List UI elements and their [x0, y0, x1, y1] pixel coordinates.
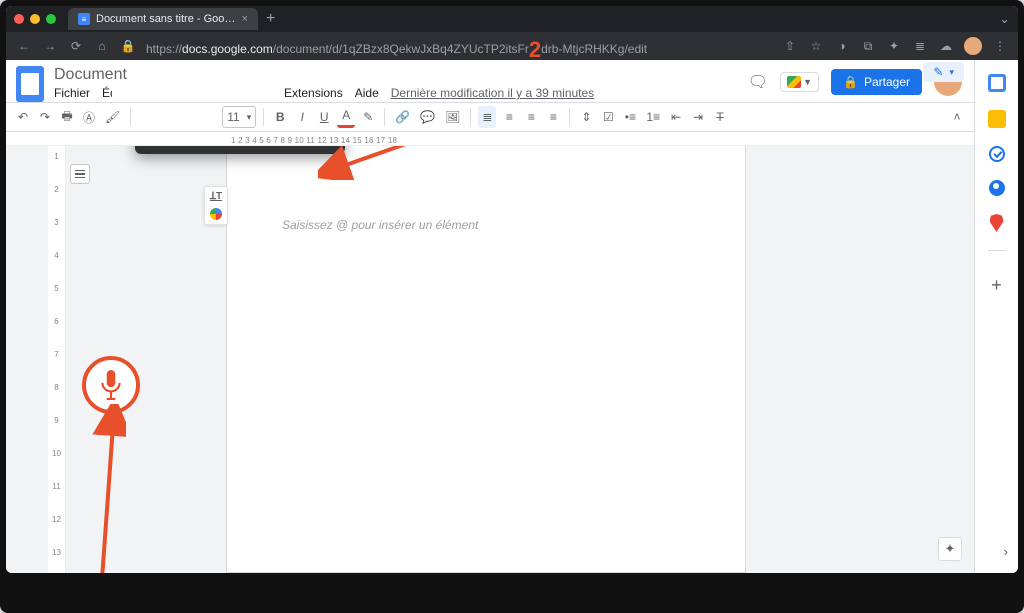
window-controls[interactable] [14, 14, 56, 24]
reload-icon[interactable]: ⟳ [68, 39, 84, 53]
align-left-button[interactable]: ≣ [478, 106, 496, 128]
star-icon[interactable]: ☆ [808, 39, 824, 53]
permission-prompt: × docs.google.com souhaite Utiliser votr… [135, 146, 345, 154]
text-color-button[interactable]: A [337, 106, 355, 128]
document-outline-button[interactable] [70, 164, 90, 184]
tab-title: Document sans titre - Google [96, 13, 236, 25]
highlight-button[interactable]: ✎ [359, 106, 377, 128]
vertical-ruler[interactable]: 12345678910111213 [48, 146, 66, 573]
home-icon[interactable]: ⌂ [94, 39, 110, 53]
menu-help[interactable]: Aide [355, 86, 379, 100]
insert-comment-button[interactable]: 💬 [417, 106, 438, 128]
align-right-button[interactable]: ≡ [522, 106, 540, 128]
explore-button[interactable]: ✦ [938, 537, 962, 561]
lock-icon: 🔒 [843, 75, 858, 89]
numbered-list-button[interactable]: 1≡ [643, 106, 663, 128]
microphone-icon [98, 370, 124, 400]
docs-app: Document Fichier Édition Extensions Aide… [6, 60, 974, 573]
italic-button[interactable]: I [293, 106, 311, 128]
hide-sidepanel-button[interactable]: › [1004, 544, 1008, 559]
tasks-icon[interactable] [989, 146, 1005, 162]
browser-tabstrip: ≡ Document sans titre - Google × + ⌄ [6, 6, 1018, 32]
insert-image-button[interactable]: 🖼 [442, 106, 463, 128]
url-path-2: drb-MtjcRHKKg/edit [541, 42, 647, 56]
bulleted-list-button[interactable]: •≡ [621, 106, 639, 128]
close-window-icon[interactable] [14, 14, 24, 24]
share-button[interactable]: 🔒 Partager [831, 69, 922, 95]
underline-button[interactable]: U [315, 106, 333, 128]
insert-link-button[interactable]: 🔗 [392, 106, 413, 128]
close-tab-icon[interactable]: × [242, 13, 248, 25]
decrease-indent-button[interactable]: ⇤ [667, 106, 685, 128]
document-title[interactable]: Document [54, 66, 174, 84]
extension-3-icon[interactable]: ☁ [938, 39, 954, 53]
address-bar: ← → ⟳ ⌂ 🔒 https://docs.google.com/docume… [6, 32, 1018, 60]
keep-icon[interactable] [988, 110, 1006, 128]
menu-extensions[interactable]: Extensions [284, 86, 343, 100]
document-page[interactable]: Saisissez @ pour insérer un élément [226, 146, 746, 573]
menu-file[interactable]: Fichier [54, 86, 90, 100]
meet-icon [787, 76, 801, 88]
add-addon-button[interactable]: + [991, 275, 1002, 296]
extension-2-icon[interactable]: ≣ [912, 39, 928, 53]
docs-favicon: ≡ [78, 13, 90, 25]
horizontal-ruler[interactable]: 1 2 3 4 5 6 7 8 9 10 11 12 13 14 15 16 1… [6, 132, 974, 146]
maximize-window-icon[interactable] [46, 14, 56, 24]
print-button[interactable]: 🖶 [58, 106, 76, 128]
font-size-input[interactable]: 11▾ [222, 106, 256, 128]
minimize-window-icon[interactable] [30, 14, 40, 24]
redo-button[interactable]: ↷ [36, 106, 54, 128]
annotation-two: 2 [529, 37, 541, 59]
chevron-down-icon[interactable]: ⌄ [999, 11, 1010, 27]
increase-indent-button[interactable]: ⇥ [689, 106, 707, 128]
extension-1-icon[interactable]: ⧉ [860, 39, 876, 54]
side-panel: + › [974, 60, 1018, 573]
new-tab-button[interactable]: + [266, 11, 275, 27]
url-field[interactable]: https://docs.google.com/document/d/1qZBz… [146, 33, 772, 59]
forward-icon[interactable]: → [42, 39, 58, 53]
kebab-menu-icon[interactable]: ⋮ [992, 39, 1008, 53]
share-label: Partager [864, 75, 910, 89]
assistant-icon [210, 208, 222, 220]
align-justify-button[interactable]: ≡ [544, 106, 562, 128]
annotation-arrow-1 [92, 404, 126, 573]
voice-typing-widget[interactable]: ꓕT [204, 186, 228, 225]
document-canvas: 12345678910111213 Saisissez @ pour insér… [6, 146, 974, 573]
align-center-button[interactable]: ≡ [500, 106, 518, 128]
menu-bar: Fichier Édition Extensions Aide Dernière… [54, 86, 594, 100]
editor-placeholder: Saisissez @ pour insérer un élément [282, 218, 478, 232]
meet-button[interactable]: ▼ [780, 72, 819, 92]
maps-icon[interactable] [990, 214, 1004, 232]
checklist-button[interactable]: ☑ [599, 106, 617, 128]
clear-formatting-button[interactable]: T [711, 106, 729, 128]
share-url-icon[interactable]: ⇧ [782, 39, 798, 53]
url-host: docs.google.com [182, 42, 273, 56]
contacts-icon[interactable] [989, 180, 1005, 196]
puzzle-icon[interactable]: ✦ [886, 39, 902, 53]
lock-icon[interactable]: 🔒 [120, 39, 136, 53]
shield-icon[interactable]: ◑ [834, 39, 850, 53]
back-icon[interactable]: ← [16, 39, 32, 53]
menu-edit[interactable]: Édition [102, 86, 112, 100]
last-edit-link[interactable]: Dernière modification il y a 39 minutes [391, 86, 594, 100]
profile-avatar-icon[interactable] [964, 37, 982, 55]
undo-button[interactable]: ↶ [14, 106, 32, 128]
line-spacing-button[interactable]: ⇕ [577, 106, 595, 128]
spellcheck-button[interactable]: Ⓐ [80, 106, 98, 128]
calendar-icon[interactable] [988, 74, 1006, 92]
url-path: /document/d/1qZBzx8QekwJxBq4ZYUcTP2itsFr [273, 42, 529, 56]
comments-icon[interactable]: 🗨 [748, 72, 768, 92]
browser-tab[interactable]: ≡ Document sans titre - Google × [68, 8, 258, 30]
formatting-toolbar: ↶ ↷ 🖶 Ⓐ 🖌 11▾ B I U A ✎ 🔗 💬 [6, 102, 974, 132]
bold-button[interactable]: B [271, 106, 289, 128]
text-tool-icon: ꓕT [210, 191, 222, 202]
collapse-toolbar-button[interactable]: ˄ [948, 106, 966, 128]
docs-logo-icon[interactable] [16, 66, 44, 102]
voice-typing-mic-button[interactable] [82, 356, 140, 414]
paint-format-button[interactable]: 🖌 [102, 106, 123, 128]
url-scheme: https:// [146, 42, 182, 56]
